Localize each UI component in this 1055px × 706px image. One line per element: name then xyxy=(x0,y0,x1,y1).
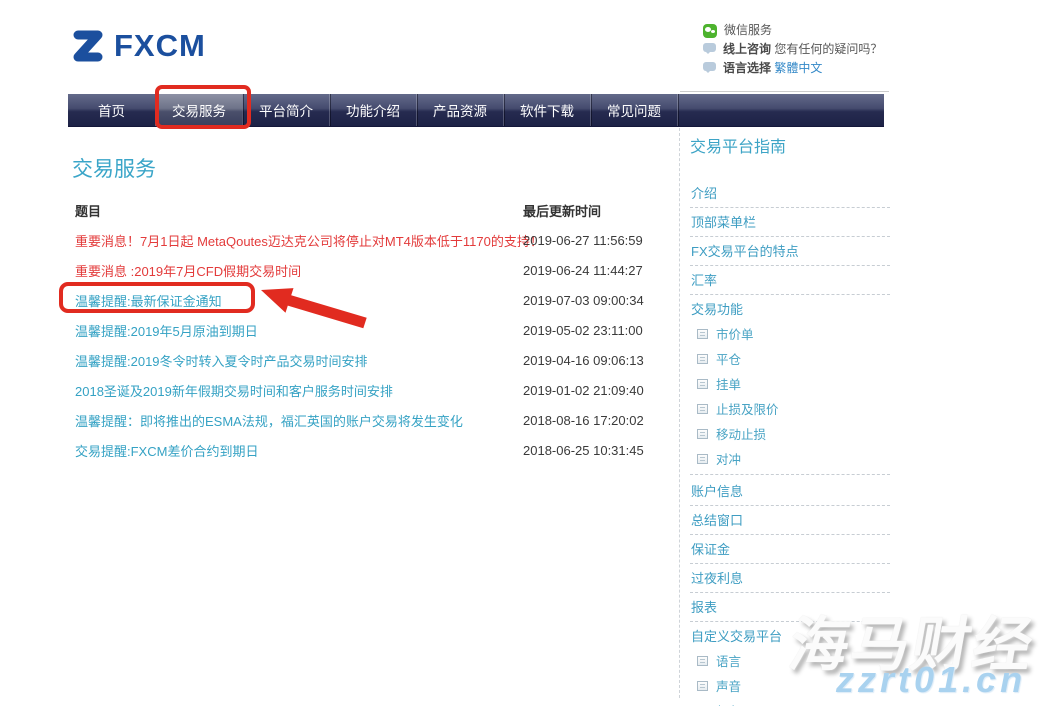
online-chat-link[interactable]: 线上咨询 您有任何的疑问吗？ xyxy=(703,41,889,57)
sidebar-item[interactable]: 交易功能 xyxy=(690,295,890,321)
column-header-title: 题目 xyxy=(75,201,523,220)
page-title: 交易服务 xyxy=(72,153,156,183)
document-icon xyxy=(697,354,708,364)
sidebar-item[interactable]: 过夜利息 xyxy=(690,564,890,593)
row-title-link[interactable]: 温馨提醒：即将推出的ESMA法规，福汇英国的账户交易将发生变化 xyxy=(75,411,523,430)
row-updated-time: 2019-04-16 09:06:13 xyxy=(523,353,667,368)
row-title-link[interactable]: 温馨提醒:2019年5月原油到期日 xyxy=(75,321,523,340)
row-updated-time: 2019-05-02 23:11:00 xyxy=(523,323,667,338)
sidebar-item[interactable]: 顶部菜单栏 xyxy=(690,208,890,237)
sidebar-sub-item-label: 颜色 xyxy=(716,701,741,706)
sidebar-item[interactable]: 账户信息 xyxy=(690,477,890,506)
nav-tab-4[interactable]: 产品资源 xyxy=(416,94,503,126)
topbar-contact: 微信服务 线上咨询 您有任何的疑问吗？ 语言选择 繁體中文 xyxy=(703,22,889,79)
nav-filler xyxy=(677,94,884,126)
sidebar-sub-item[interactable]: 市价单 xyxy=(690,321,890,346)
brand-name: FXCM xyxy=(114,28,206,64)
nav: 首页交易服务平台简介功能介绍产品资源软件下载常见问题 xyxy=(68,94,884,127)
sidebar-sub-item[interactable]: 止损及限价 xyxy=(690,396,890,421)
online-chat-question: 您有任何的疑问吗？ xyxy=(774,42,882,56)
sidebar-item[interactable]: FX交易平台的特点 xyxy=(690,237,890,266)
wechat-label: 微信服务 xyxy=(724,22,772,38)
sidebar-sub-item-label: 挂单 xyxy=(716,374,741,393)
sidebar-sub-item[interactable]: 平仓 xyxy=(690,346,890,371)
language-select-row: 语言选择 繁體中文 xyxy=(703,60,889,76)
sidebar-title: 交易平台指南 xyxy=(690,133,890,157)
fxcm-logo[interactable]: FXCM xyxy=(68,26,206,66)
sidebar-sub-item-label: 平仓 xyxy=(716,349,741,368)
fxcm-z-icon xyxy=(68,26,108,66)
row-updated-time: 2019-07-03 09:00:34 xyxy=(523,293,667,308)
topbar-divider xyxy=(680,91,889,92)
sidebar-sub-item-label: 语言 xyxy=(716,651,741,670)
nav-tab-2[interactable]: 平台简介 xyxy=(242,94,329,126)
table-row: 重要消息！7月1日起 MetaQoutes迈达克公司将停止对MT4版本低于117… xyxy=(75,225,667,255)
row-updated-time: 2019-06-24 11:44:27 xyxy=(523,263,667,278)
sidebar-sub-item-label: 声音 xyxy=(716,676,741,695)
sidebar-group-divider xyxy=(690,474,890,475)
table-row: 温馨提醒:2019冬令时转入夏令时产品交易时间安排2019-04-16 09:0… xyxy=(75,345,667,375)
table-row: 温馨提醒：即将推出的ESMA法规，福汇英国的账户交易将发生变化2018-08-1… xyxy=(75,405,667,435)
sidebar-sub-item[interactable]: 对冲 xyxy=(690,446,890,471)
row-title-link[interactable]: 重要消息 :2019年7月CFD假期交易时间 xyxy=(75,261,523,280)
sidebar-sub-item-label: 市价单 xyxy=(716,324,754,343)
row-title-link[interactable]: 交易提醒:FXCM差价合约到期日 xyxy=(75,441,523,460)
document-icon xyxy=(697,656,708,666)
chat-bubble-icon xyxy=(703,62,716,71)
document-icon xyxy=(697,329,708,339)
row-title-link[interactable]: 温馨提醒:最新保证金通知 xyxy=(75,291,523,310)
table-row: 温馨提醒:最新保证金通知2019-07-03 09:00:34 xyxy=(75,285,667,315)
table-row: 重要消息 :2019年7月CFD假期交易时间2019-06-24 11:44:2… xyxy=(75,255,667,285)
sidebar-sub-item-label: 止损及限价 xyxy=(716,399,779,418)
sidebar-item[interactable]: 保证金 xyxy=(690,535,890,564)
sidebar-sub-item[interactable]: 挂单 xyxy=(690,371,890,396)
row-title-link[interactable]: 重要消息！7月1日起 MetaQoutes迈达克公司将停止对MT4版本低于117… xyxy=(75,231,523,250)
nav-tab-3[interactable]: 功能介绍 xyxy=(329,94,416,126)
document-icon xyxy=(697,454,708,464)
row-updated-time: 2018-08-16 17:20:02 xyxy=(523,413,667,428)
online-chat-text: 线上咨询 您有任何的疑问吗？ xyxy=(723,41,882,57)
row-updated-time: 2019-06-27 11:56:59 xyxy=(523,233,667,248)
online-chat-label: 线上咨询 xyxy=(723,42,771,56)
table-row: 温馨提醒:2019年5月原油到期日2019-05-02 23:11:00 xyxy=(75,315,667,345)
document-icon xyxy=(697,379,708,389)
nav-tab-6[interactable]: 常见问题 xyxy=(590,94,677,126)
row-title-link[interactable]: 2018圣诞及2019新年假期交易时间和客户服务时间安排 xyxy=(75,381,523,400)
document-icon xyxy=(697,681,708,691)
sidebar-divider-line xyxy=(679,128,680,698)
sidebar-sub-item[interactable]: 移动止损 xyxy=(690,421,890,446)
document-icon xyxy=(697,404,708,414)
chat-bubble-icon xyxy=(703,43,716,52)
row-title-link[interactable]: 温馨提醒:2019冬令时转入夏令时产品交易时间安排 xyxy=(75,351,523,370)
sidebar-sub-item-label: 对冲 xyxy=(716,449,741,468)
traditional-chinese-link[interactable]: 繁體中文 xyxy=(774,61,822,75)
table-header: 题目 最后更新时间 xyxy=(75,195,667,225)
sidebar-sub-item-label: 移动止损 xyxy=(716,424,766,443)
table-row: 2018圣诞及2019新年假期交易时间和客户服务时间安排2019-01-02 2… xyxy=(75,375,667,405)
column-header-updated: 最后更新时间 xyxy=(523,201,667,220)
watermark-url: zzrt01.cn xyxy=(836,659,1026,701)
sidebar-item[interactable]: 介绍 xyxy=(690,179,890,208)
nav-tab-0[interactable]: 首页 xyxy=(68,94,155,126)
table-rows: 重要消息！7月1日起 MetaQoutes迈达克公司将停止对MT4版本低于117… xyxy=(75,225,667,465)
nav-tab-5[interactable]: 软件下载 xyxy=(503,94,590,126)
row-updated-time: 2018-06-25 10:31:45 xyxy=(523,443,667,458)
sidebar-item[interactable]: 总结窗口 xyxy=(690,506,890,535)
row-updated-time: 2019-01-02 21:09:40 xyxy=(523,383,667,398)
announcement-table: 题目 最后更新时间 重要消息！7月1日起 MetaQoutes迈达克公司将停止对… xyxy=(75,195,667,465)
nav-tab-1[interactable]: 交易服务 xyxy=(155,94,242,126)
wechat-icon xyxy=(703,24,717,38)
wechat-service-link[interactable]: 微信服务 xyxy=(703,22,889,38)
page: FXCM 微信服务 线上咨询 您有任何的疑问吗？ 语言选择 繁體中文 首页交易服… xyxy=(0,0,1055,706)
sidebar-item[interactable]: 汇率 xyxy=(690,266,890,295)
table-row: 交易提醒:FXCM差价合约到期日2018-06-25 10:31:45 xyxy=(75,435,667,465)
document-icon xyxy=(697,429,708,439)
language-select-label: 语言选择 xyxy=(723,61,771,75)
